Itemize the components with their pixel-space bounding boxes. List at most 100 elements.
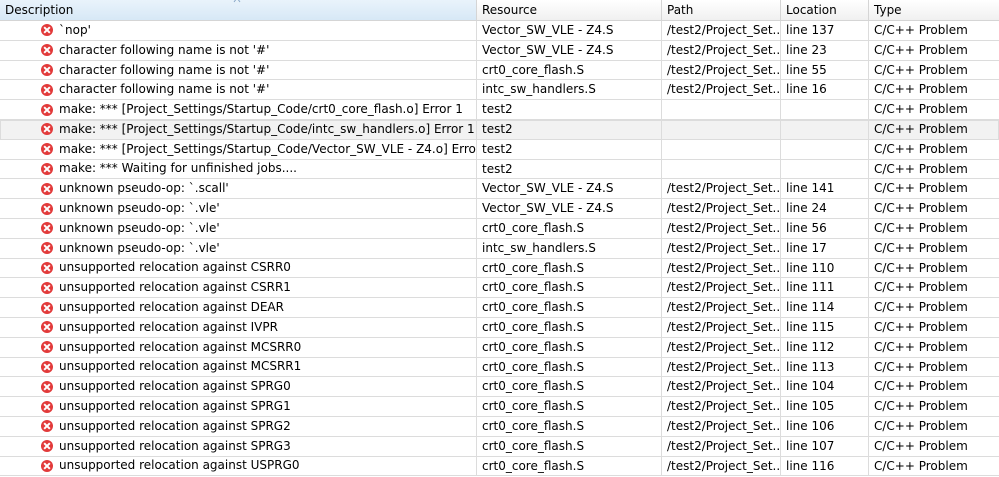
row-description-cell: unknown pseudo-op: `.scall' [0, 179, 477, 200]
table-row[interactable]: unsupported relocation against USPRG0 crt… [0, 456, 999, 477]
row-path-cell: /test2/Project_Set... [662, 80, 781, 101]
row-description-cell: unsupported relocation against MCSRR1 [0, 357, 477, 378]
row-path-cell: /test2/Project_Set... [662, 258, 781, 279]
table-row[interactable]: unsupported relocation against CSRR0 crt0… [0, 258, 999, 279]
row-description: unknown pseudo-op: `.vle' [59, 220, 220, 235]
column-header-description[interactable]: Description [0, 0, 477, 20]
row-resource-cell: test2 [477, 159, 662, 180]
row-description-cell: unsupported relocation against SPRG2 [0, 416, 477, 437]
table-row[interactable]: unsupported relocation against CSRR1 crt0… [0, 278, 999, 299]
row-description: unsupported relocation against IVPR [59, 319, 278, 334]
row-type-cell: C/C++ Problem [869, 120, 999, 140]
column-header-resource[interactable]: Resource [477, 0, 662, 20]
row-resource-cell: test2 [477, 100, 662, 120]
column-header-type[interactable]: Type [869, 0, 999, 20]
row-resource-cell: Vector_SW_VLE - Z4.S [477, 199, 662, 219]
row-location-cell: line 104 [781, 377, 869, 398]
problems-table: Description Resource Path Location Type … [0, 0, 999, 477]
error-icon [41, 341, 53, 354]
error-icon [41, 123, 53, 136]
row-type-cell: C/C++ Problem [869, 318, 999, 338]
table-row[interactable]: character following name is not '#' intc_… [0, 80, 999, 101]
row-description-cell: unsupported relocation against IVPR [0, 317, 477, 338]
row-resource-cell: Vector_SW_VLE - Z4.S [477, 40, 662, 61]
table-row[interactable]: unknown pseudo-op: `.vle' crt0_core_flash… [0, 218, 999, 239]
row-type-cell: C/C++ Problem [869, 338, 999, 358]
row-description-cell: make: *** [Project_Settings/Startup_Code… [0, 119, 477, 140]
row-location-cell: line 55 [781, 60, 869, 81]
row-location-cell: line 115 [781, 317, 869, 338]
column-header-path[interactable]: Path [662, 0, 781, 20]
row-description-cell: unsupported relocation against DEAR [0, 298, 477, 318]
row-description: unsupported relocation against SPRG2 [59, 418, 291, 433]
row-description-cell: unsupported relocation against SPRG1 [0, 397, 477, 417]
table-row[interactable]: make: *** Waiting for unfinished jobs...… [0, 159, 999, 180]
row-description-cell: make: *** [Project_Settings/Startup_Code… [0, 100, 477, 120]
row-type-cell: C/C++ Problem [869, 358, 999, 378]
row-type-cell: C/C++ Problem [869, 80, 999, 101]
row-location-cell: line 107 [781, 436, 869, 457]
row-description: make: *** [Project_Settings/Startup_Code… [59, 121, 475, 136]
row-description: character following name is not '#' [59, 82, 270, 97]
row-type-cell: C/C++ Problem [869, 140, 999, 160]
table-row[interactable]: make: *** [Project_Settings/Startup_Code… [0, 100, 999, 120]
error-icon [41, 360, 53, 373]
row-type-cell: C/C++ Problem [869, 219, 999, 239]
row-description: unsupported relocation against DEAR [59, 300, 284, 315]
error-icon [41, 242, 53, 255]
row-type-cell: C/C++ Problem [869, 41, 999, 61]
row-description: unsupported relocation against MCSRR0 [59, 339, 302, 354]
error-icon [41, 182, 53, 195]
column-header-location[interactable]: Location [781, 0, 869, 20]
table-row[interactable]: unsupported relocation against MCSRR0 crt… [0, 337, 999, 358]
row-location-cell: line 17 [781, 238, 869, 259]
table-row[interactable]: unsupported relocation against SPRG0 crt0… [0, 377, 999, 398]
row-type-cell: C/C++ Problem [869, 278, 999, 299]
row-path-cell: /test2/Project_Set... [662, 238, 781, 259]
row-type-cell: C/C++ Problem [869, 100, 999, 120]
row-description: `nop' [59, 22, 91, 37]
row-resource-cell: intc_sw_handlers.S [477, 80, 662, 101]
row-location-cell [781, 139, 869, 160]
table-row[interactable]: unsupported relocation against MCSRR1 crt… [0, 357, 999, 378]
row-type-cell: C/C++ Problem [869, 61, 999, 81]
row-description-cell: unknown pseudo-op: `.vle' [0, 199, 477, 219]
row-resource-cell: crt0_core_flash.S [477, 397, 662, 417]
row-description: unsupported relocation against CSRR1 [59, 280, 291, 295]
row-location-cell: line 23 [781, 40, 869, 61]
row-description: character following name is not '#' [59, 42, 270, 57]
error-icon [41, 321, 53, 334]
table-row[interactable]: character following name is not '#' Vecto… [0, 40, 999, 61]
row-type-cell: C/C++ Problem [869, 377, 999, 398]
row-description: unsupported relocation against USPRG0 [59, 458, 300, 473]
table-row[interactable]: unsupported relocation against SPRG1 crt0… [0, 397, 999, 417]
error-icon [41, 301, 53, 314]
table-row[interactable]: `nop' Vector_SW_VLE - Z4.S/test2/Project_… [0, 21, 999, 41]
table-row[interactable]: unsupported relocation against IVPR crt0_… [0, 317, 999, 338]
row-path-cell [662, 119, 781, 140]
table-row[interactable]: unknown pseudo-op: `.vle' Vector_SW_VLE -… [0, 199, 999, 219]
table-row[interactable]: unknown pseudo-op: `.vle' intc_sw_handler… [0, 238, 999, 259]
row-description: make: *** [Project_Settings/Startup_Code… [59, 141, 476, 156]
table-row[interactable]: character following name is not '#' crt0_… [0, 60, 999, 81]
row-location-cell: line 110 [781, 258, 869, 279]
error-icon [41, 143, 53, 156]
error-icon [41, 459, 53, 472]
error-icon [41, 24, 53, 37]
table-row[interactable]: make: *** [Project_Settings/Startup_Code… [0, 119, 999, 140]
table-row[interactable]: unsupported relocation against SPRG2 crt0… [0, 416, 999, 437]
table-header: Description Resource Path Location Type [0, 0, 999, 21]
table-row[interactable]: unsupported relocation against DEAR crt0_… [0, 298, 999, 318]
table-row[interactable]: unsupported relocation against SPRG3 crt0… [0, 436, 999, 457]
error-icon [41, 261, 53, 274]
table-row[interactable]: unknown pseudo-op: `.scall' Vector_SW_VLE… [0, 179, 999, 200]
row-path-cell [662, 139, 781, 160]
table-row[interactable]: make: *** [Project_Settings/Startup_Code… [0, 139, 999, 160]
row-description-cell: unsupported relocation against SPRG0 [0, 377, 477, 398]
row-description: make: *** [Project_Settings/Startup_Code… [59, 102, 463, 117]
row-description-cell: unknown pseudo-op: `.vle' [0, 238, 477, 259]
row-path-cell: /test2/Project_Set... [662, 40, 781, 61]
row-path-cell: /test2/Project_Set... [662, 357, 781, 378]
row-location-cell [781, 100, 869, 120]
row-location-cell: line 105 [781, 397, 869, 417]
